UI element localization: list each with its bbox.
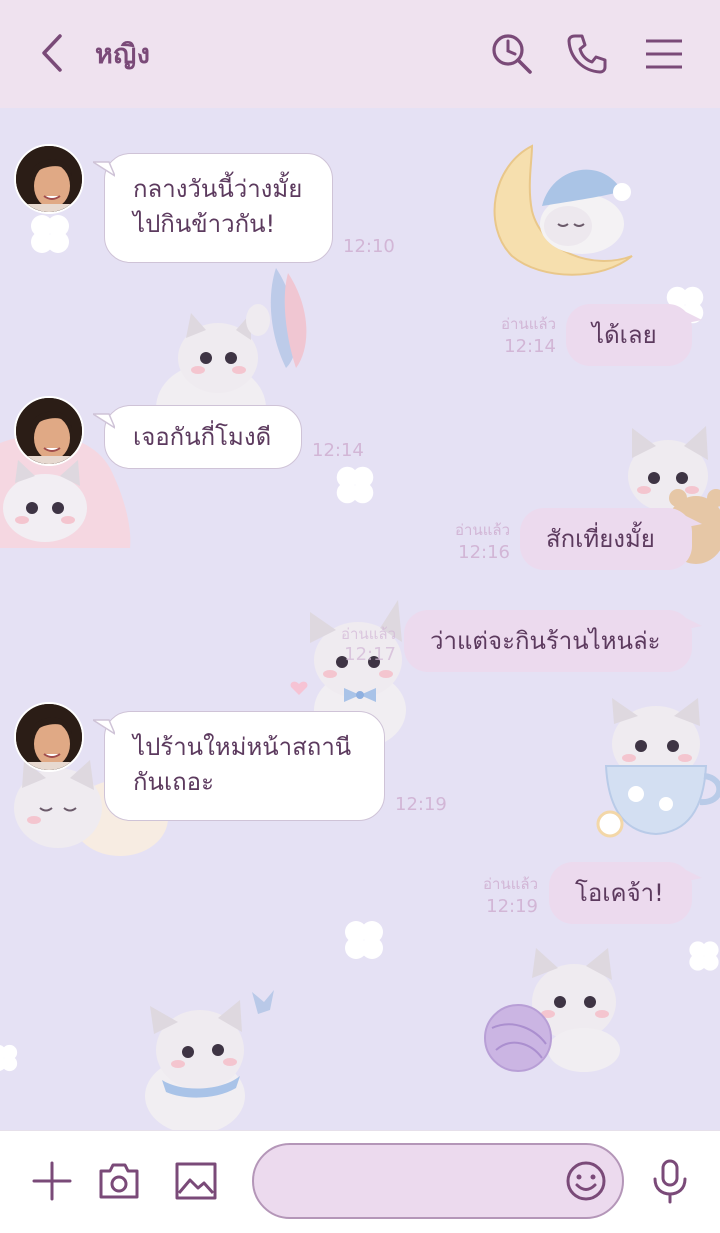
message-bubble-outgoing[interactable]: สักเที่ยงมั้ย — [520, 508, 702, 570]
chat-title: หญิง — [95, 39, 151, 70]
read-receipt: อ่านแล้ว — [455, 521, 510, 539]
plus-icon[interactable] — [28, 1157, 76, 1205]
back-icon[interactable] — [30, 30, 76, 76]
message-bubble-outgoing[interactable]: ได้เลย — [566, 304, 702, 366]
message-bubble-incoming[interactable]: ไปร้านใหม่หน้าสถานี กันเถอะ — [93, 711, 385, 821]
chat-area[interactable]: กลางวันนี้ว่างมั้ย ไปกินข้าวกัน! 12:10 อ… — [0, 108, 720, 1133]
message-text: ไปกินข้าวกัน! — [133, 210, 276, 238]
message-bubble-incoming[interactable]: กลางวันนี้ว่างมั้ย ไปกินข้าวกัน! — [93, 153, 333, 263]
contact-avatar[interactable] — [14, 396, 84, 466]
heart-decoration-icon — [290, 681, 308, 695]
message-bubble-outgoing[interactable]: ว่าแต่จะกินร้านไหนล่ะ — [404, 610, 702, 672]
emoji-icon[interactable] — [564, 1159, 608, 1203]
camera-icon[interactable] — [95, 1157, 143, 1205]
message-composer — [0, 1130, 720, 1233]
message-timestamp: 12:14 — [504, 336, 556, 357]
chat-header: หญิง — [0, 0, 720, 108]
message-text: สักเที่ยงมั้ย — [546, 525, 655, 553]
menu-icon[interactable] — [640, 30, 688, 78]
message-timestamp: 12:16 — [458, 542, 510, 563]
sleeping-cat-moon-sticker — [493, 144, 633, 276]
message-timestamp: 12:14 — [312, 440, 364, 461]
clover-decoration-icon — [0, 1044, 18, 1072]
contact-avatar[interactable] — [14, 144, 84, 214]
message-text: ได้เลย — [592, 321, 657, 349]
message-timestamp: 12:10 — [343, 236, 395, 257]
message-text: เจอกันกี่โมงดี — [133, 423, 272, 451]
message-bubble-incoming[interactable]: เจอกันกี่โมงดี — [93, 405, 302, 469]
read-receipt: อ่านแล้ว — [341, 625, 396, 643]
read-receipt: อ่านแล้ว — [483, 875, 538, 893]
message-text: กันเถอะ — [133, 768, 214, 796]
message-input[interactable] — [252, 1143, 624, 1219]
clover-decoration-icon — [345, 921, 383, 959]
microphone-icon[interactable] — [646, 1157, 694, 1205]
kitten-yarn-ball-sticker — [484, 948, 620, 1072]
search-history-icon[interactable] — [488, 30, 536, 78]
clover-decoration-icon — [336, 466, 374, 504]
message-bubble-outgoing[interactable]: โอเคจ้า! — [549, 862, 702, 924]
message-text: ว่าแต่จะกินร้านไหนล่ะ — [430, 627, 661, 655]
read-receipt: อ่านแล้ว — [501, 315, 556, 333]
message-text: โอเคจ้า! — [575, 879, 664, 907]
message-timestamp: 12:19 — [395, 794, 447, 815]
clover-decoration-icon — [31, 215, 69, 253]
kitten-teacup-sticker — [596, 698, 720, 838]
image-icon[interactable] — [172, 1157, 220, 1205]
message-text: ไปร้านใหม่หน้าสถานี — [133, 733, 352, 761]
clover-decoration-icon — [689, 941, 719, 971]
kitten-butterfly-sticker — [145, 990, 274, 1133]
message-timestamp: 12:19 — [486, 896, 538, 917]
contact-avatar[interactable] — [14, 702, 84, 772]
message-text: กลางวันนี้ว่างมั้ย — [133, 175, 303, 203]
message-timestamp: 12:17 — [344, 644, 396, 665]
phone-icon[interactable] — [563, 30, 611, 78]
